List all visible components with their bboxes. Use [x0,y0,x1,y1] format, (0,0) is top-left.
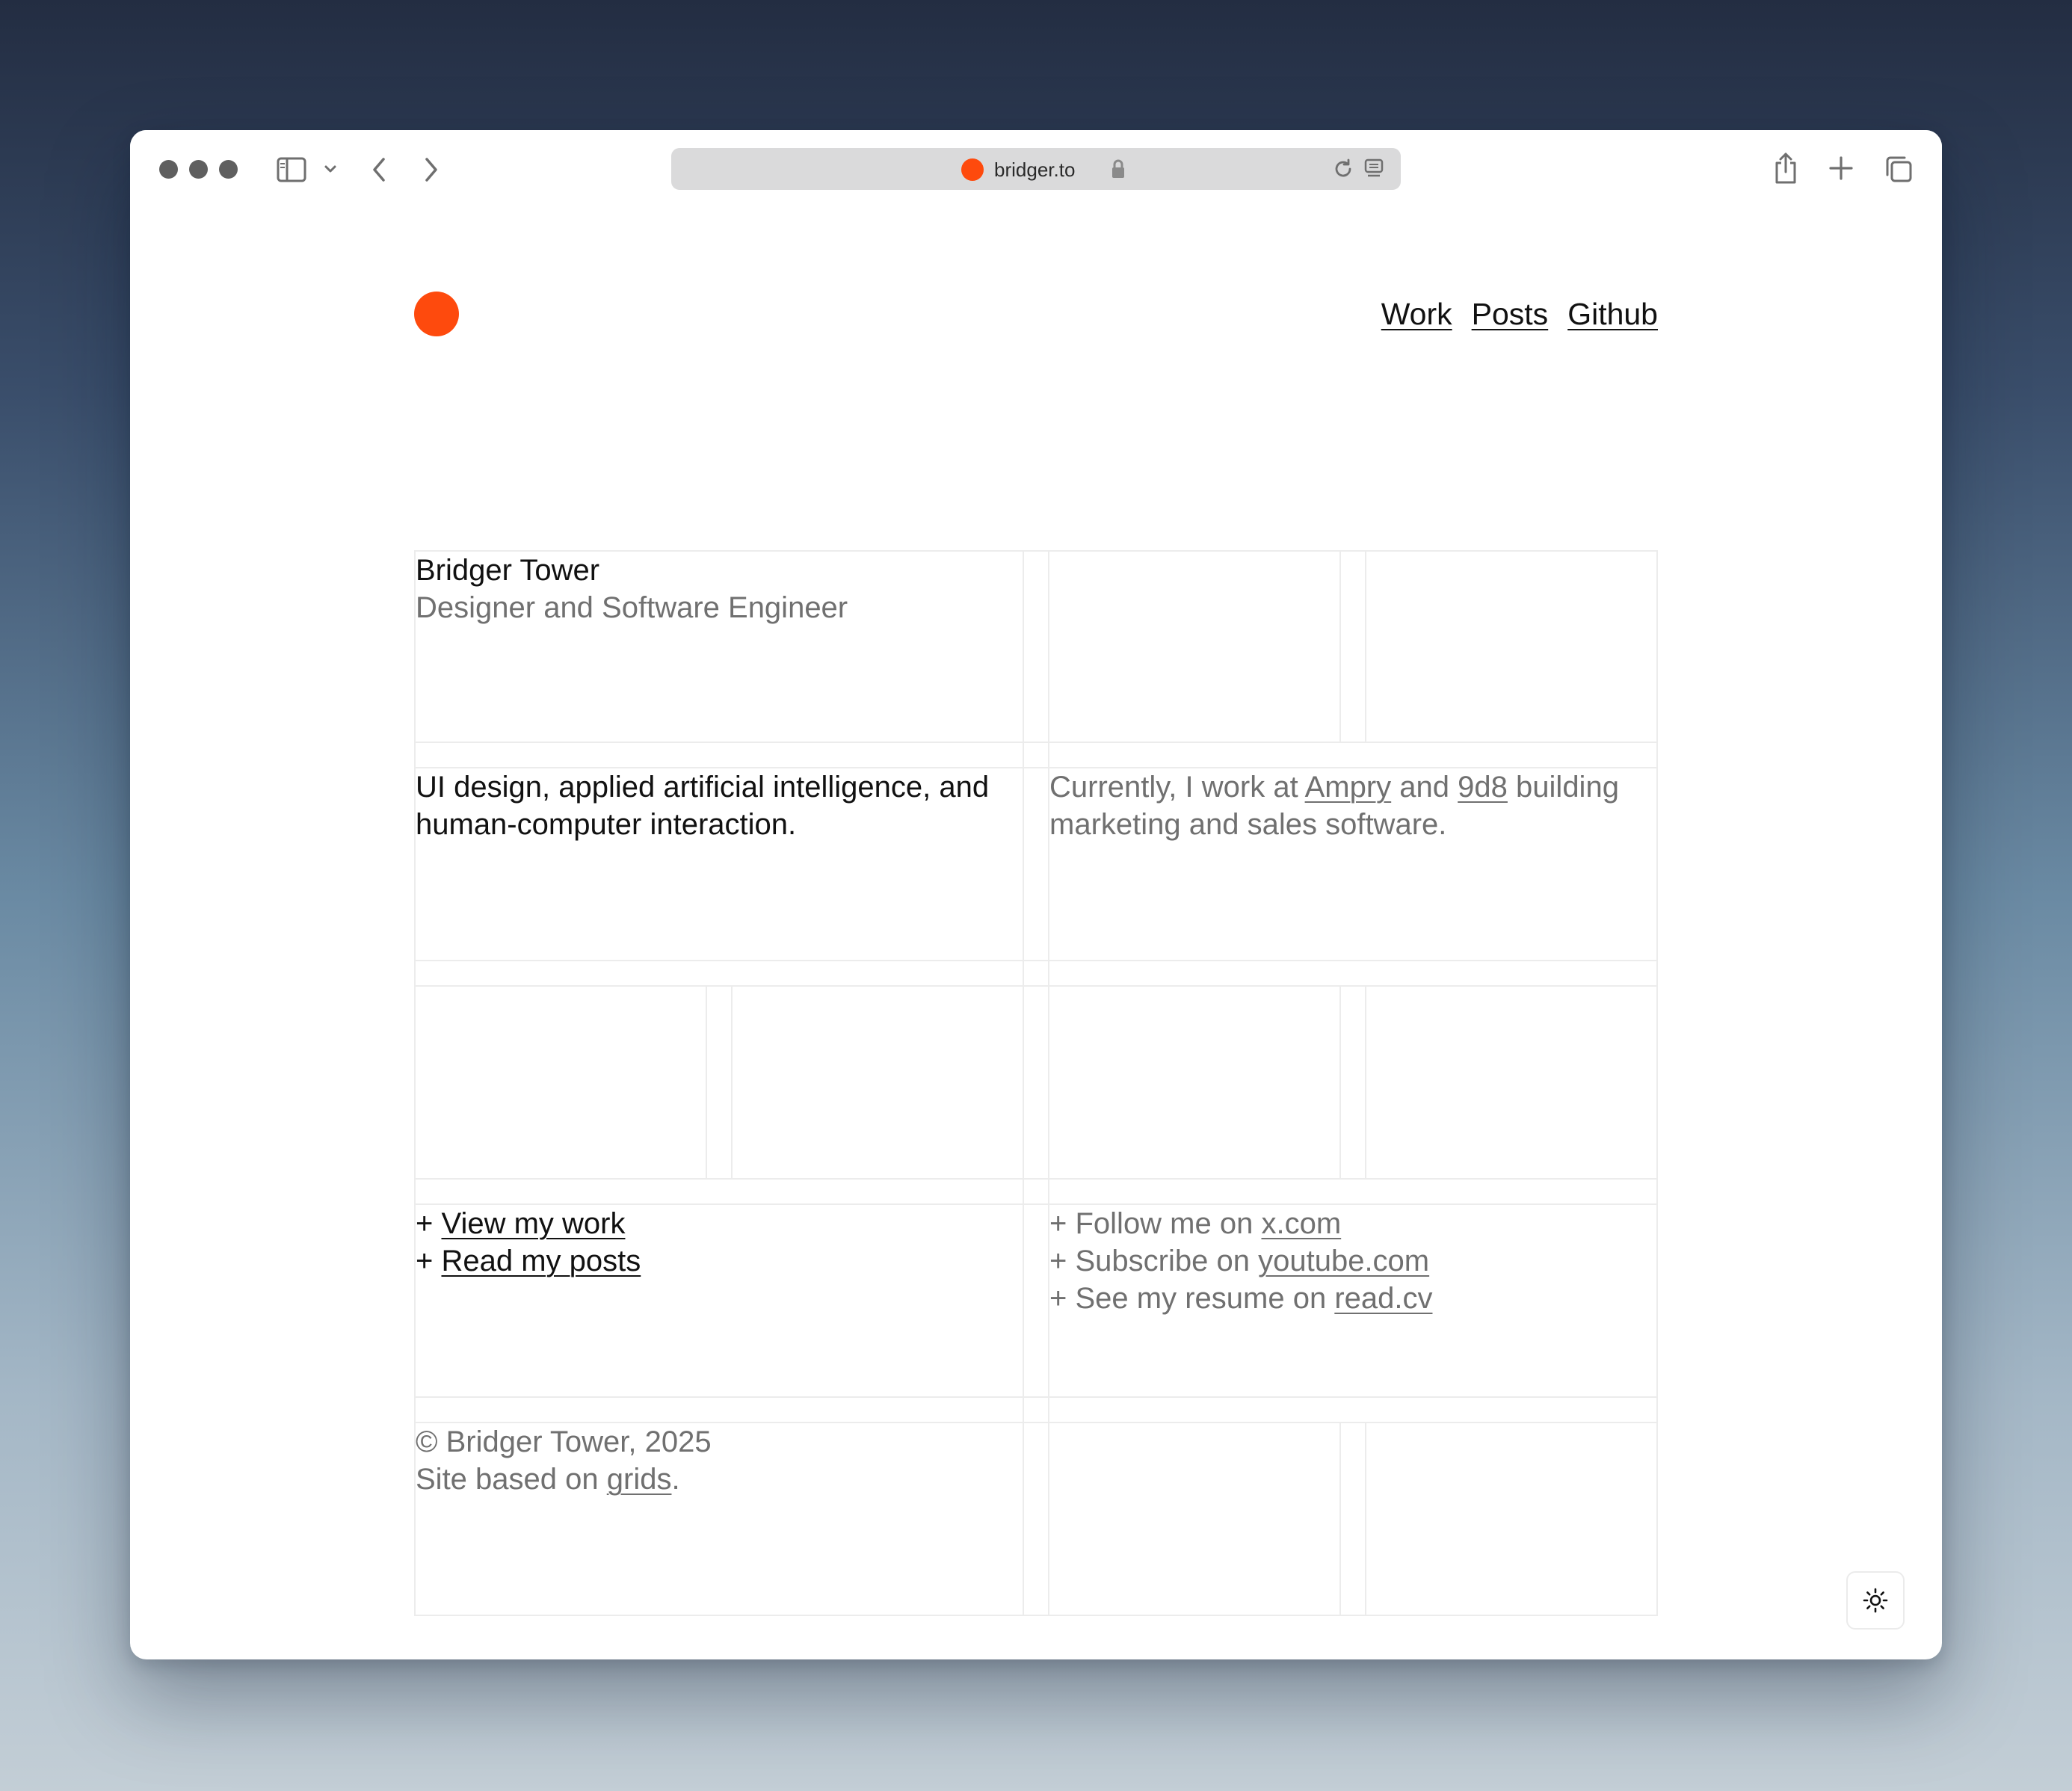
current-work-text: Currently, I work at Ampry and 9d8 build… [1049,771,1619,841]
9d8-link[interactable]: 9d8 [1458,771,1508,804]
reload-icon[interactable] [1332,158,1354,180]
lock-icon [1112,159,1124,178]
primary-links: + View my work + Read my posts [416,1205,1014,1280]
site-favicon [961,158,984,181]
sun-icon [1863,1588,1888,1613]
list-item: + Follow me on x.com [1049,1207,1342,1240]
top-nav: Work Posts Github [1381,295,1658,333]
read-posts-link[interactable]: Read my posts [441,1245,641,1277]
page-content: Work Posts Github Bridger Tower Designer… [130,212,1942,1659]
address-bar[interactable]: bridger.to [671,148,1401,190]
minimize-window-dot-icon[interactable] [189,160,208,179]
profile-name: Bridger Tower [416,554,600,587]
tabs-overview-icon[interactable] [1884,154,1914,184]
reader-icon[interactable] [1363,158,1384,180]
readcv-link[interactable]: read.cv [1334,1282,1432,1315]
nav-work-link[interactable]: Work [1381,295,1452,333]
theme-toggle-button[interactable] [1846,1571,1905,1630]
list-item: + Read my posts [416,1245,641,1277]
url-text: bridger.to [994,158,1076,181]
profile-block: Bridger Tower Designer and Software Engi… [416,552,1014,626]
profile-title: Designer and Software Engineer [416,591,848,624]
site-logo[interactable] [414,292,459,336]
social-links: + Follow me on x.com + Subscribe on yout… [1049,1205,1647,1317]
nav-posts-link[interactable]: Posts [1472,295,1549,333]
share-icon[interactable] [1773,151,1798,185]
back-icon[interactable] [369,155,389,184]
grids-link[interactable]: grids [607,1463,672,1496]
browser-window: bridger.to Work Posts Github Bridger Tow… [130,130,1942,1659]
footer: © Bridger Tower, 2025 Site based on grid… [416,1423,1014,1498]
view-work-link[interactable]: View my work [441,1207,625,1240]
youtube-link[interactable]: youtube.com [1258,1245,1429,1277]
list-item: + View my work [416,1207,626,1240]
list-item: + Subscribe on youtube.com [1049,1245,1430,1277]
site-credit: Site based on grids. [416,1463,680,1496]
maximize-window-dot-icon[interactable] [219,160,238,179]
browser-toolbar: bridger.to [130,130,1942,212]
focus-text: UI design, applied artificial intelligen… [416,771,990,841]
chevron-down-icon[interactable] [323,164,338,175]
sidebar-icon[interactable] [277,157,306,182]
copyright-text: © Bridger Tower, 2025 [416,1425,712,1458]
list-item: + See my resume on read.cv [1049,1282,1433,1315]
new-tab-icon[interactable] [1828,155,1854,181]
x-link[interactable]: x.com [1261,1207,1341,1240]
close-window-dot-icon[interactable] [159,160,178,179]
forward-icon[interactable] [422,155,441,184]
ampry-link[interactable]: Ampry [1305,771,1392,804]
nav-github-link[interactable]: Github [1567,295,1658,333]
